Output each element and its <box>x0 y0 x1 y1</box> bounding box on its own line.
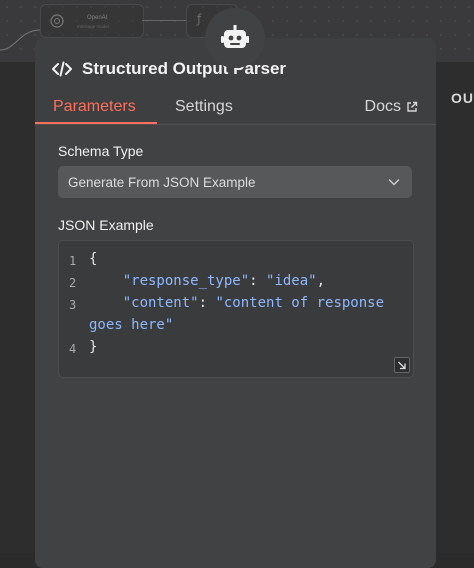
external-link-icon <box>407 101 418 112</box>
schema-type-value: Generate From JSON Example <box>68 175 256 190</box>
canvas-node-openai[interactable]: OpenAI message model <box>40 4 144 38</box>
code-line: "response_type": "idea", <box>122 273 326 289</box>
function-icon: ƒ <box>197 12 202 26</box>
tab-settings[interactable]: Settings <box>175 98 233 116</box>
output-panel-heading: OU <box>451 90 474 106</box>
openai-icon <box>50 14 64 28</box>
line-number: 3 <box>69 298 77 312</box>
chevron-down-icon <box>388 179 400 186</box>
code-line: { <box>89 251 98 267</box>
json-key: "response_type" <box>122 273 250 289</box>
code-icon <box>52 61 72 77</box>
panel-tabs: Parameters Settings Docs <box>35 94 436 124</box>
schema-type-label: Schema Type <box>58 143 144 159</box>
canvas-node-subtitle: message model <box>77 24 109 29</box>
json-value: "content of response <box>215 295 385 311</box>
json-example-editor[interactable]: 1 { 2 "response_type": "idea", 3 "conten… <box>58 240 414 378</box>
json-key: "content" <box>122 295 199 311</box>
docs-link[interactable]: Docs <box>365 98 418 116</box>
canvas-connection-line <box>0 29 40 51</box>
node-type-badge <box>205 8 265 68</box>
code-line-wrap: goes here" <box>89 317 173 333</box>
code-line: } <box>89 339 98 355</box>
line-number: 4 <box>69 342 77 356</box>
line-number: 2 <box>69 276 77 290</box>
code-line: "content": "content of response <box>122 295 385 311</box>
panel-title[interactable]: Structured Output Parser <box>82 59 286 79</box>
header-divider <box>35 124 436 125</box>
canvas-node-title: OpenAI <box>87 15 108 21</box>
canvas-edge <box>142 20 186 21</box>
robot-icon <box>221 25 249 48</box>
json-value-wrap: goes here" <box>89 317 174 333</box>
schema-type-select[interactable]: Generate From JSON Example <box>58 166 412 198</box>
resize-icon <box>398 361 406 370</box>
json-value: "idea" <box>266 273 317 289</box>
json-example-label: JSON Example <box>58 217 154 233</box>
json-punct: , <box>316 273 326 289</box>
line-number: 1 <box>69 254 77 268</box>
node-details-panel: Structured Output Parser Parameters Sett… <box>35 38 436 568</box>
docs-link-label: Docs <box>364 98 401 115</box>
editor-resize-handle[interactable] <box>394 357 410 373</box>
tab-parameters[interactable]: Parameters <box>53 98 136 116</box>
